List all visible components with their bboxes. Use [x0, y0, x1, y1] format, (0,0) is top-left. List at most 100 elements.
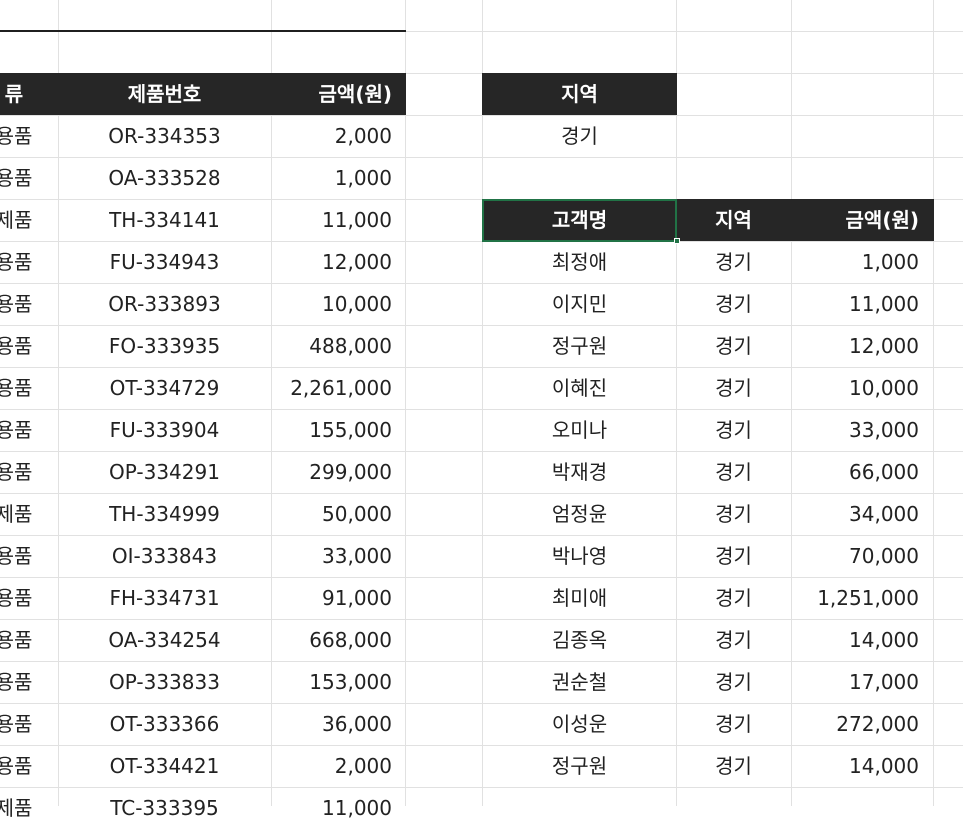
- left-table-cell[interactable]: 용품: [0, 325, 58, 367]
- left-table-cell[interactable]: FH-334731: [58, 577, 271, 619]
- left-table-cell[interactable]: 용품: [0, 157, 58, 199]
- left-table-cell[interactable]: OR-333893: [58, 283, 271, 325]
- result-table-cell[interactable]: 이지민: [482, 283, 677, 325]
- result-table-cell[interactable]: 엄정윤: [482, 493, 677, 535]
- result-table-cell[interactable]: 이혜진: [482, 367, 677, 409]
- left-table-cell[interactable]: TC-333395: [58, 787, 271, 829]
- result-table-cell[interactable]: 14,000: [791, 619, 933, 661]
- left-table-cell[interactable]: 91,000: [271, 577, 406, 619]
- result-table-cell[interactable]: 10,000: [791, 367, 933, 409]
- left-table-cell[interactable]: 2,000: [271, 115, 406, 157]
- result-table-cell[interactable]: 경기: [676, 577, 791, 619]
- left-table-cell[interactable]: OT-333366: [58, 703, 271, 745]
- result-table-cell[interactable]: 경기: [676, 409, 791, 451]
- fill-handle[interactable]: [674, 238, 680, 244]
- result-table-cell[interactable]: 김종옥: [482, 619, 677, 661]
- result-table-cell[interactable]: 경기: [676, 703, 791, 745]
- result-header-cell[interactable]: 고객명: [482, 199, 677, 241]
- left-table-cell[interactable]: 10,000: [271, 283, 406, 325]
- left-table-cell[interactable]: OT-334729: [58, 367, 271, 409]
- result-table-cell[interactable]: 1,251,000: [791, 577, 933, 619]
- left-table-cell[interactable]: 용품: [0, 745, 58, 787]
- result-table-cell[interactable]: 오미나: [482, 409, 677, 451]
- left-table-cell[interactable]: 668,000: [271, 619, 406, 661]
- left-table-cell[interactable]: OP-333833: [58, 661, 271, 703]
- result-table-cell[interactable]: 14,000: [791, 745, 933, 787]
- left-table-cell[interactable]: OT-334421: [58, 745, 271, 787]
- result-table-cell[interactable]: 11,000: [791, 283, 933, 325]
- result-table-cell[interactable]: 12,000: [791, 325, 933, 367]
- result-table-cell[interactable]: 경기: [676, 619, 791, 661]
- result-table-cell[interactable]: 1,000: [791, 241, 933, 283]
- result-table-cell[interactable]: 경기: [676, 661, 791, 703]
- result-table-cell[interactable]: 17,000: [791, 661, 933, 703]
- left-table-cell[interactable]: 12,000: [271, 241, 406, 283]
- result-table-cell[interactable]: 정구원: [482, 325, 677, 367]
- result-table-cell[interactable]: 박재경: [482, 451, 677, 493]
- result-header-cell[interactable]: 지역: [676, 199, 791, 241]
- result-table-cell[interactable]: 박나영: [482, 535, 677, 577]
- left-table-cell[interactable]: 제품: [0, 493, 58, 535]
- left-table-cell[interactable]: 155,000: [271, 409, 406, 451]
- result-table-cell[interactable]: 최미애: [482, 577, 677, 619]
- left-table-cell[interactable]: FU-333904: [58, 409, 271, 451]
- left-table-cell[interactable]: 용품: [0, 115, 58, 157]
- left-table-cell[interactable]: 용품: [0, 409, 58, 451]
- result-table-cell[interactable]: 권순철: [482, 661, 677, 703]
- left-table-cell[interactable]: 2,000: [271, 745, 406, 787]
- left-table-cell[interactable]: FO-333935: [58, 325, 271, 367]
- left-table-cell[interactable]: 153,000: [271, 661, 406, 703]
- result-table-cell[interactable]: 최정애: [482, 241, 677, 283]
- left-table-cell[interactable]: 용품: [0, 241, 58, 283]
- result-header-cell[interactable]: 금액(원): [791, 199, 933, 241]
- left-table-cell[interactable]: 50,000: [271, 493, 406, 535]
- result-table-cell[interactable]: 경기: [676, 451, 791, 493]
- result-table-cell[interactable]: 272,000: [791, 703, 933, 745]
- left-table-cell[interactable]: 11,000: [271, 787, 406, 829]
- left-table-cell[interactable]: 용품: [0, 283, 58, 325]
- left-table-cell[interactable]: OP-334291: [58, 451, 271, 493]
- criteria-header-cell[interactable]: 지역: [482, 73, 677, 115]
- left-table-cell[interactable]: 1,000: [271, 157, 406, 199]
- left-table-cell[interactable]: 용품: [0, 577, 58, 619]
- left-table-cell[interactable]: 용품: [0, 535, 58, 577]
- left-table-cell[interactable]: 36,000: [271, 703, 406, 745]
- left-table-cell[interactable]: 제품: [0, 787, 58, 829]
- left-table-cell[interactable]: 용품: [0, 451, 58, 493]
- result-table-cell[interactable]: 정구원: [482, 745, 677, 787]
- result-table-cell[interactable]: 경기: [676, 745, 791, 787]
- left-table-cell[interactable]: OR-334353: [58, 115, 271, 157]
- left-table-cell[interactable]: 용품: [0, 661, 58, 703]
- left-table-cell[interactable]: 488,000: [271, 325, 406, 367]
- left-header-cell[interactable]: 금액(원): [271, 73, 406, 115]
- result-table-cell[interactable]: 경기: [676, 241, 791, 283]
- left-table-cell[interactable]: TH-334141: [58, 199, 271, 241]
- left-table-cell[interactable]: OA-333528: [58, 157, 271, 199]
- left-table-cell[interactable]: 11,000: [271, 199, 406, 241]
- result-table-cell[interactable]: 33,000: [791, 409, 933, 451]
- left-table-cell[interactable]: TH-334999: [58, 493, 271, 535]
- criteria-value-cell[interactable]: 경기: [482, 115, 677, 157]
- left-header-cell[interactable]: 제품번호: [58, 73, 271, 115]
- result-table-cell[interactable]: 경기: [676, 283, 791, 325]
- left-table-cell[interactable]: 33,000: [271, 535, 406, 577]
- result-table-cell[interactable]: 66,000: [791, 451, 933, 493]
- left-table-cell[interactable]: 제품: [0, 199, 58, 241]
- result-table-cell[interactable]: 경기: [676, 535, 791, 577]
- result-table-cell[interactable]: 34,000: [791, 493, 933, 535]
- result-table-cell[interactable]: 경기: [676, 325, 791, 367]
- left-header-cell[interactable]: 류: [0, 73, 58, 115]
- left-table-cell[interactable]: FU-334943: [58, 241, 271, 283]
- left-table-cell[interactable]: 299,000: [271, 451, 406, 493]
- result-table-cell[interactable]: 경기: [676, 493, 791, 535]
- left-table-cell[interactable]: 용품: [0, 619, 58, 661]
- result-table-cell[interactable]: 이성운: [482, 703, 677, 745]
- result-table-cell[interactable]: 70,000: [791, 535, 933, 577]
- left-table-cell[interactable]: 용품: [0, 367, 58, 409]
- left-table-cell[interactable]: 2,261,000: [271, 367, 406, 409]
- left-table-cell[interactable]: 용품: [0, 703, 58, 745]
- left-table-cell[interactable]: OA-334254: [58, 619, 271, 661]
- left-table-cell[interactable]: OI-333843: [58, 535, 271, 577]
- result-table-cell[interactable]: 경기: [676, 367, 791, 409]
- spreadsheet-grid[interactable]: 류 제품번호 금액(원) 용품 OR-334353 2,000 용품 OA-333528 1,0…: [0, 0, 963, 820]
